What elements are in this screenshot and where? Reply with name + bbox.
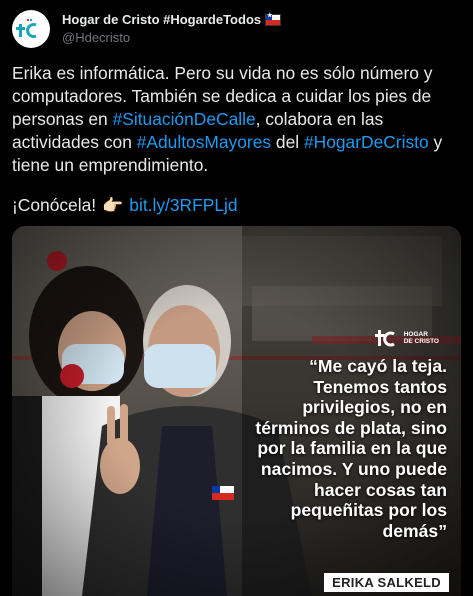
tweet-header: Hogar de Cristo #HogardeTodos ★ @Hdecris… [12,8,461,50]
profile-avatar[interactable] [12,10,50,48]
tweet-text-segment: del [271,132,304,152]
display-name-row[interactable]: Hogar de Cristo #HogardeTodos ★ [62,12,282,27]
logo-line-1: HOGAR [403,331,428,338]
hashtag-link[interactable]: #SituaciónDeCalle [113,109,256,129]
tweet-cta-line: ¡Conócela! 👉🏻 bit.ly/3RFPLjd [12,194,238,217]
logo-text: HOGAR DE CRISTO [404,331,439,345]
media-quote: “Me cayó la teja. Tenemos tantos privile… [255,356,447,541]
logo-line-2: DE CRISTO [403,338,439,345]
cta-link[interactable]: bit.ly/3RFPLjd [129,194,237,217]
chile-flag-icon: ★ [265,13,282,26]
hashtag-link[interactable]: #HogarDeCristo [304,132,429,152]
hogar-de-cristo-logo-icon [16,19,37,38]
display-name[interactable]: Hogar de Cristo #HogardeTodos [62,12,261,27]
account-handle[interactable]: @Hdecristo [62,30,130,45]
media-credit-label: ERIKA SALKELD [324,573,449,592]
tweet-body: Erika es informática. Pero su vida no es… [12,62,467,177]
media-brand-logo: HOGAR DE CRISTO [374,326,439,350]
tweet-body-paragraph: Erika es informática. Pero su vida no es… [12,62,467,177]
hogar-de-cristo-logo-icon [374,330,395,347]
hashtag-link[interactable]: #AdultosMayores [137,132,271,152]
cta-text: ¡Conócela! [12,195,97,215]
backhand-pointing-right-icon: 👉🏻 [102,196,124,215]
tweet-media-image[interactable]: HOGAR DE CRISTO “Me cayó la teja. Tenemo… [12,226,461,596]
